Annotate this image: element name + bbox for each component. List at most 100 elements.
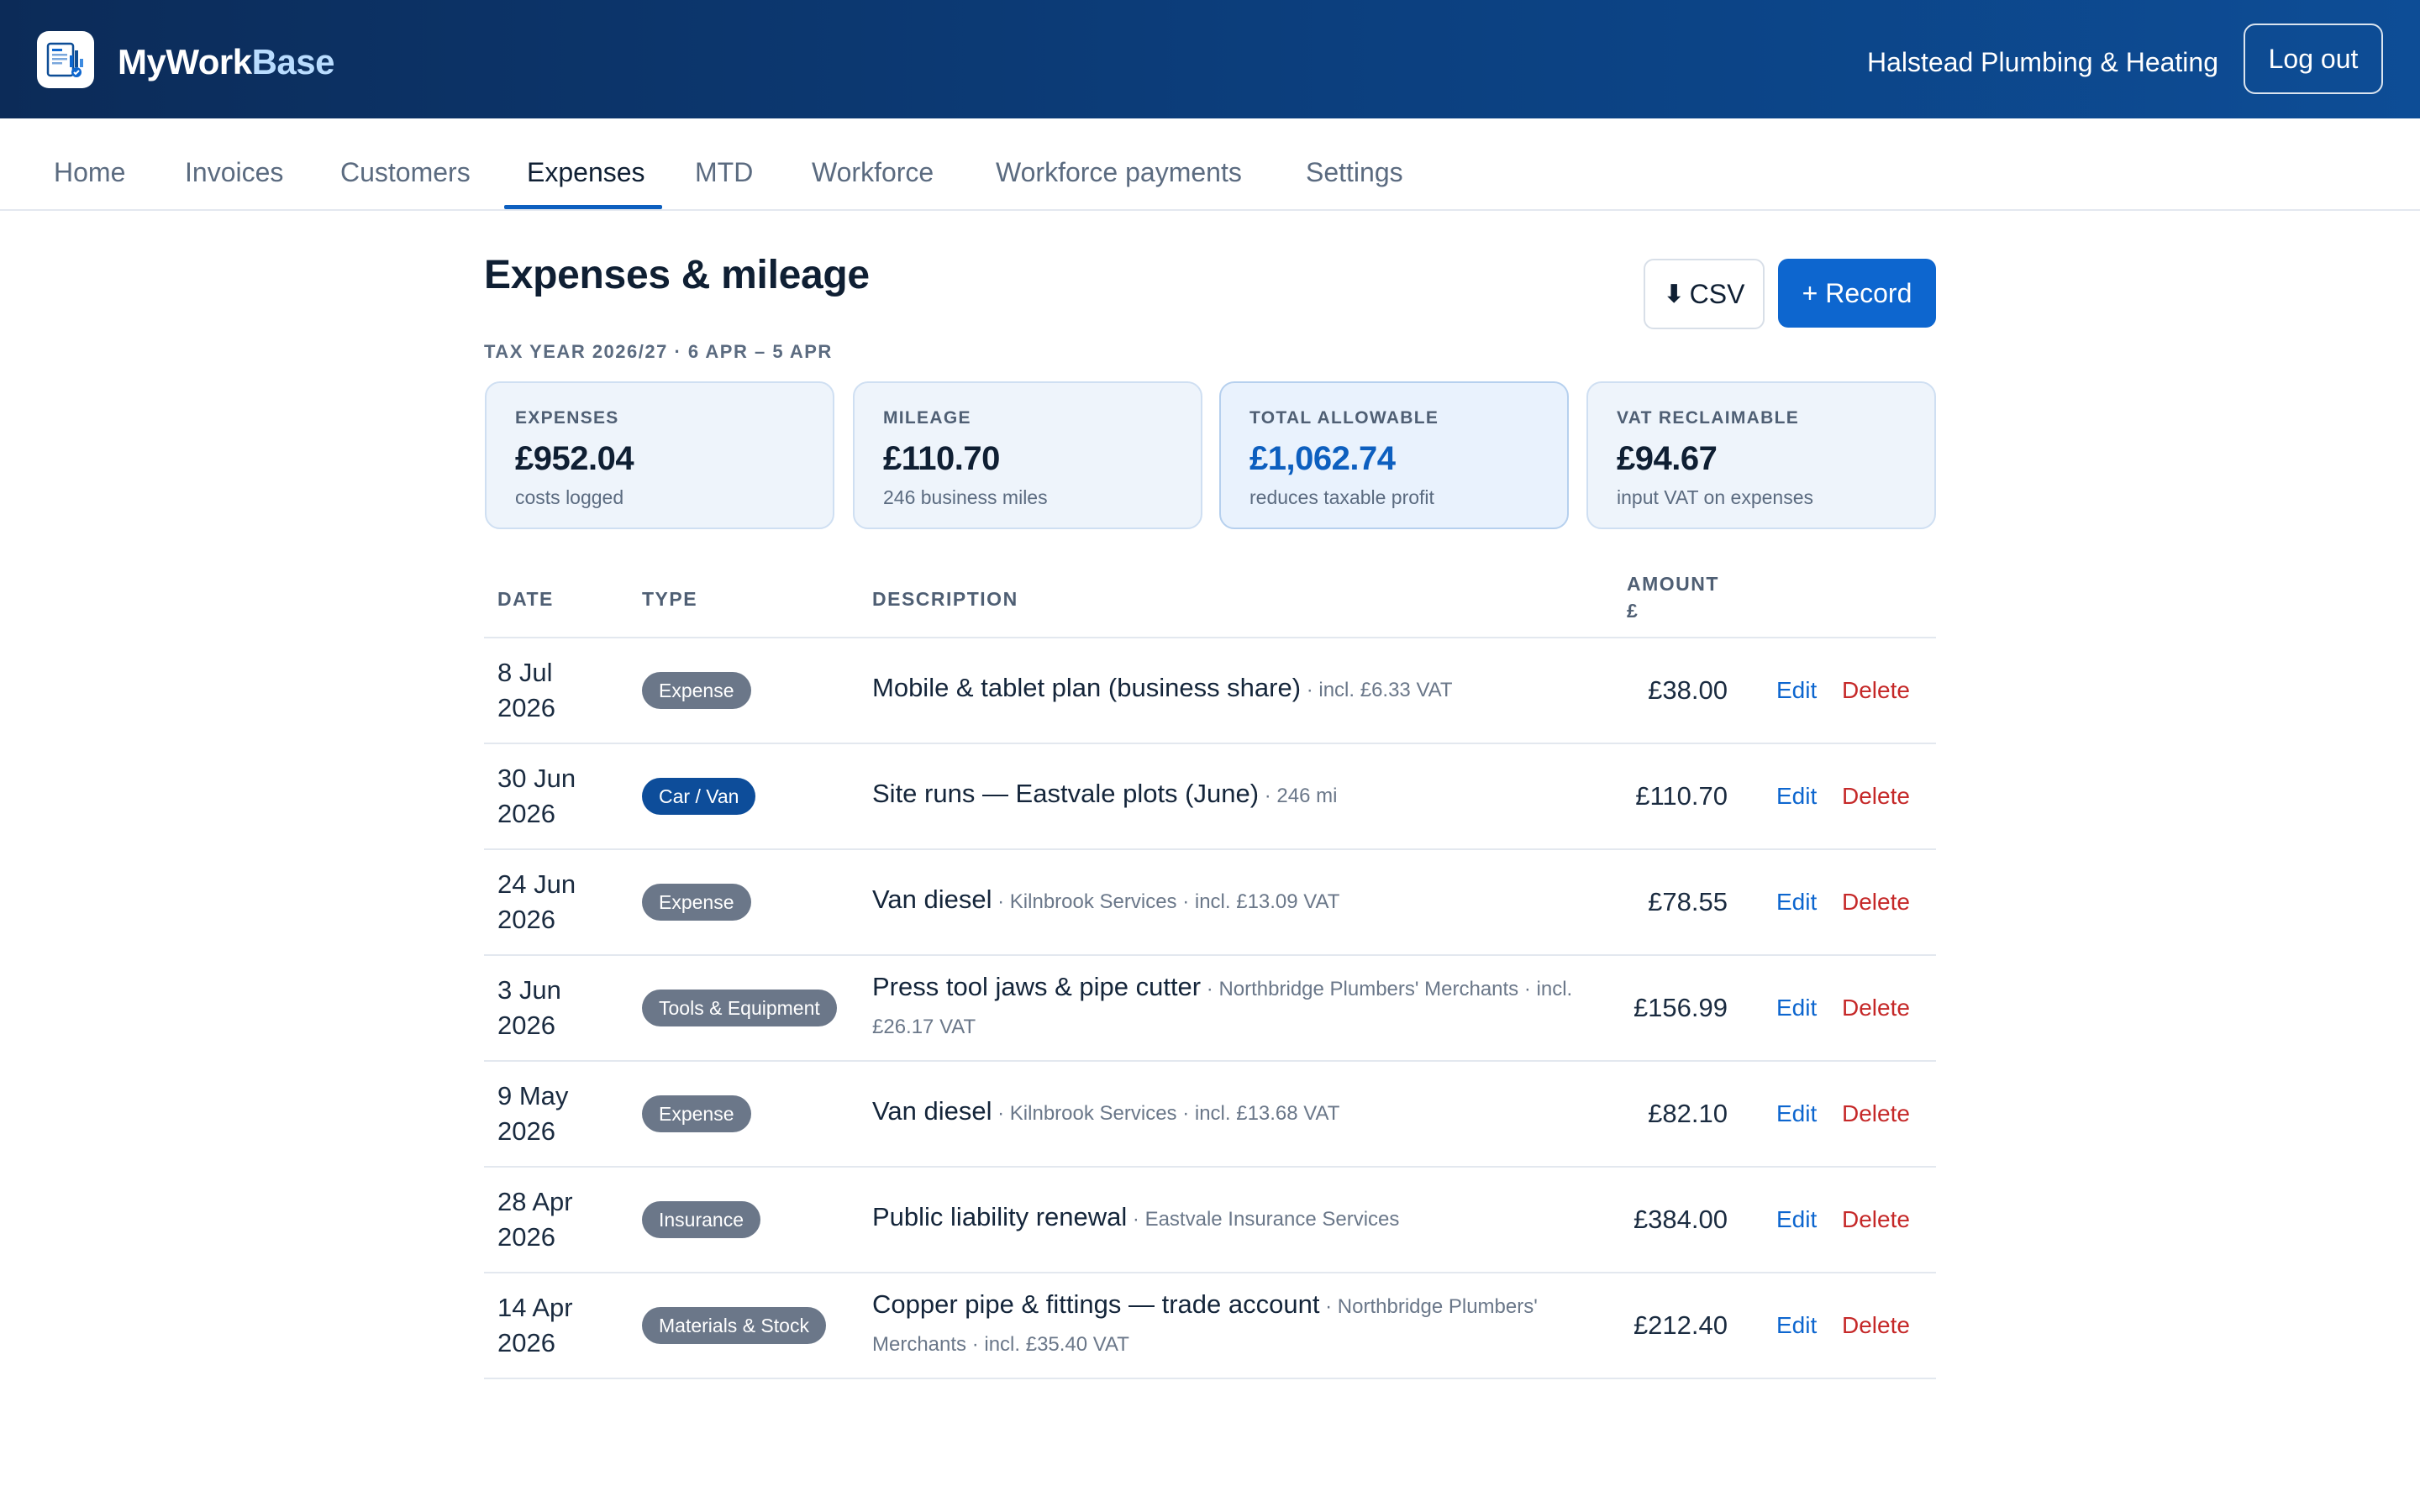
card-subtext: reduces taxable profit	[1249, 486, 1434, 508]
description-text: Public liability renewal	[872, 1202, 1128, 1231]
table-row[interactable]: 30 Jun 2026 Car / Van Site runs — Eastval…	[484, 744, 1936, 850]
date-year: 2026	[497, 693, 555, 722]
delete-link[interactable]: Delete	[1842, 1062, 1910, 1166]
date-cell: 3 Jun 2026	[497, 956, 615, 1060]
table-row[interactable]: 28 Apr 2026 Insurance Public liability re…	[484, 1168, 1936, 1273]
tab-workforce-payments[interactable]: Workforce payments	[996, 118, 1242, 209]
amount-cell: £212.40	[1633, 1310, 1728, 1340]
description-text: Press tool jaws & pipe cutter	[872, 971, 1202, 1001]
summary-card-vat-reclaimable: VAT RECLAIMABLE £94.67 input VAT on expe…	[1586, 381, 1936, 529]
description-cell: Van diesel · Kilnbrook Services · incl. …	[872, 1062, 1612, 1166]
delete-link[interactable]: Delete	[1842, 1273, 1910, 1378]
card-value: £952.04	[515, 440, 634, 477]
date-day: 24 Jun	[497, 869, 576, 899]
table-row[interactable]: 3 Jun 2026 Tools & Equipment Press tool j…	[484, 956, 1936, 1062]
type-cell: Tools & Equipment	[642, 956, 837, 1060]
delete-link[interactable]: Delete	[1842, 850, 1910, 954]
amount-cell: £156.99	[1633, 993, 1728, 1022]
table-row[interactable]: 8 Jul 2026 Expense Mobile & tablet plan (…	[484, 638, 1936, 744]
brand-name[interactable]: MyWorkBase	[118, 37, 335, 87]
delete-link[interactable]: Delete	[1842, 744, 1910, 848]
column-header-type[interactable]: TYPE	[642, 588, 697, 611]
type-cell: Expense	[642, 850, 751, 954]
export-csv-button[interactable]: ⬇ CSV	[1644, 259, 1765, 329]
type-cell: Car / Van	[642, 744, 756, 848]
table-row[interactable]: 14 Apr 2026 Materials & Stock Copper pipe…	[484, 1273, 1936, 1379]
amount-cell: £82.10	[1648, 1099, 1728, 1128]
type-cell: Expense	[642, 638, 751, 743]
type-cell: Expense	[642, 1062, 751, 1166]
description-cell: Public liability renewal · Eastvale Insu…	[872, 1168, 1612, 1272]
delete-link[interactable]: Delete	[1842, 956, 1910, 1060]
column-header-date[interactable]: DATE	[497, 588, 554, 611]
amount-cell: £38.00	[1648, 675, 1728, 705]
date-day: 8 Jul	[497, 658, 553, 687]
date-day: 30 Jun	[497, 764, 576, 793]
card-subtext: 246 business miles	[883, 486, 1048, 508]
edit-link[interactable]: Edit	[1776, 744, 1817, 848]
description-meta: · incl. £6.33 VAT	[1301, 679, 1453, 701]
tab-workforce[interactable]: Workforce	[812, 118, 934, 209]
type-badge: Tools & Equipment	[642, 990, 837, 1026]
card-label: TOTAL ALLOWABLE	[1249, 408, 1439, 428]
description-text: Van diesel	[872, 1096, 992, 1126]
card-label: VAT RECLAIMABLE	[1617, 408, 1800, 428]
card-label: EXPENSES	[515, 408, 619, 428]
date-cell: 24 Jun 2026	[497, 850, 615, 954]
card-value: £110.70	[883, 440, 1000, 477]
edit-link[interactable]: Edit	[1776, 1062, 1817, 1166]
date-cell: 8 Jul 2026	[497, 638, 615, 743]
amount-cell: £384.00	[1633, 1205, 1728, 1234]
description-meta: · 246 mi	[1259, 785, 1338, 807]
tax-year-label: TAX YEAR 2026/27 · 6 APR – 5 APR	[484, 341, 833, 362]
date-year: 2026	[497, 799, 555, 828]
tab-expenses[interactable]: Expenses	[527, 118, 645, 209]
delete-link[interactable]: Delete	[1842, 1168, 1910, 1272]
description-text: Van diesel	[872, 885, 992, 914]
logout-button[interactable]: Log out	[2244, 24, 2383, 94]
delete-link[interactable]: Delete	[1842, 638, 1910, 743]
csv-label: CSV	[1689, 278, 1745, 309]
type-cell: Insurance	[642, 1168, 761, 1272]
column-header-description[interactable]: DESCRIPTION	[872, 588, 1018, 611]
date-year: 2026	[497, 1222, 555, 1252]
date-cell: 28 Apr 2026	[497, 1168, 615, 1272]
expenses-table: DATE TYPE DESCRIPTION AMOUNT £ 8 Jul 2026…	[484, 563, 1936, 1379]
edit-link[interactable]: Edit	[1776, 1273, 1817, 1378]
active-tab-indicator	[504, 205, 662, 209]
edit-link[interactable]: Edit	[1776, 1168, 1817, 1272]
tab-invoices[interactable]: Invoices	[185, 118, 283, 209]
description-meta: · Eastvale Insurance Services	[1127, 1208, 1400, 1231]
tab-settings[interactable]: Settings	[1306, 118, 1403, 209]
type-badge: Expense	[642, 884, 751, 921]
tab-mtd[interactable]: MTD	[695, 118, 753, 209]
card-value: £1,062.74	[1249, 440, 1396, 477]
edit-link[interactable]: Edit	[1776, 638, 1817, 743]
type-badge: Materials & Stock	[642, 1307, 826, 1344]
date-day: 14 Apr	[497, 1293, 573, 1322]
card-value: £94.67	[1617, 440, 1718, 477]
app-logo[interactable]	[37, 31, 94, 88]
date-year: 2026	[497, 905, 555, 934]
type-badge: Insurance	[642, 1201, 761, 1238]
table-row[interactable]: 9 May 2026 Expense Van diesel · Kilnbrook…	[484, 1062, 1936, 1168]
tab-home[interactable]: Home	[54, 118, 125, 209]
brand-name-part2: Base	[251, 42, 335, 81]
card-label: MILEAGE	[883, 408, 971, 428]
edit-link[interactable]: Edit	[1776, 956, 1817, 1060]
brand-name-part1: MyWork	[118, 42, 252, 81]
column-header-amount[interactable]: AMOUNT	[1627, 573, 1719, 596]
record-button[interactable]: + Record	[1778, 259, 1936, 328]
description-cell: Press tool jaws & pipe cutter · Northbri…	[872, 956, 1612, 1060]
description-cell: Mobile & tablet plan (business share) · …	[872, 638, 1612, 743]
type-cell: Materials & Stock	[642, 1273, 826, 1378]
table-header: DATE TYPE DESCRIPTION AMOUNT £	[484, 563, 1936, 638]
table-row[interactable]: 24 Jun 2026 Expense Van diesel · Kilnbroo…	[484, 850, 1936, 956]
date-cell: 30 Jun 2026	[497, 744, 615, 848]
date-year: 2026	[497, 1116, 555, 1146]
edit-link[interactable]: Edit	[1776, 850, 1817, 954]
card-subtext: costs logged	[515, 486, 624, 508]
type-badge: Expense	[642, 1095, 751, 1132]
date-year: 2026	[497, 1011, 555, 1040]
tab-customers[interactable]: Customers	[340, 118, 471, 209]
